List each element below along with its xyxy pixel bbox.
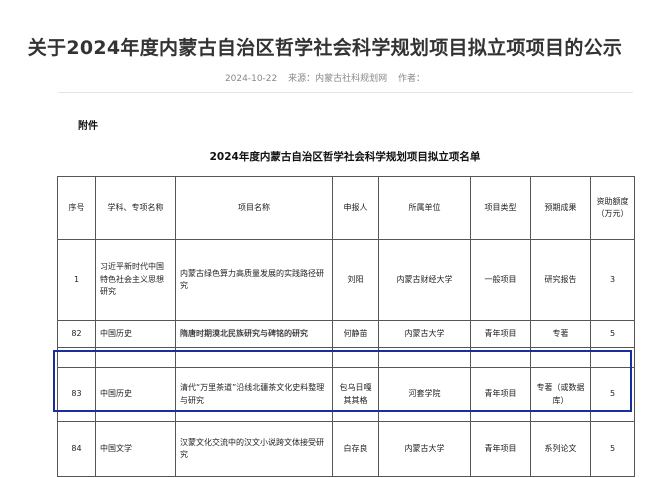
cell-no: 84 xyxy=(57,421,96,477)
cell-no: 82 xyxy=(57,320,96,348)
cell-amount: 5 xyxy=(590,421,635,477)
cell-no: 1 xyxy=(57,239,96,321)
cell-outcome: 专著 xyxy=(530,320,591,348)
article-author: 作者： xyxy=(398,74,426,84)
cell-type: 一般项目 xyxy=(470,239,531,321)
cell-type: 青年项目 xyxy=(470,320,531,348)
header-unit: 所属单位 xyxy=(378,176,471,240)
divider xyxy=(58,92,633,93)
header-outcome: 预期成果 xyxy=(530,176,591,240)
header-amount-line2: （万元） xyxy=(596,209,629,218)
cell-project: 汉蒙文化交流中的汉文小说跨文体接受研究 xyxy=(175,421,333,477)
header-type: 项目类型 xyxy=(470,176,531,240)
table-title: 2024年度内蒙古自治区哲学社会科学规划项目拟立项名单 xyxy=(209,151,481,163)
article-source[interactable]: 来源：内蒙古社科规划网 xyxy=(288,74,387,84)
cell-discipline: 习近平新时代中国特色社会主义思想研究 xyxy=(95,239,176,321)
cell-unit: 内蒙古大学 xyxy=(378,421,471,477)
cell-type: 青年项目 xyxy=(470,421,531,477)
header-project: 项目名称 xyxy=(175,176,333,240)
cell-applicant: 刘阳 xyxy=(332,239,379,321)
table-row: 1 习近平新时代中国特色社会主义思想研究 内蒙古绿色算力高质量发展的实践路径研究… xyxy=(57,239,635,321)
cell-amount: 3 xyxy=(590,239,635,321)
publish-date: 2024-10-22 xyxy=(224,74,278,84)
cell-unit: 内蒙古大学 xyxy=(378,320,471,348)
header-discipline: 学科、专项名称 xyxy=(95,176,176,240)
article-meta: 2024-10-22 来源：内蒙古社科规划网 作者： xyxy=(0,71,650,84)
cell-applicant: 何静苗 xyxy=(332,320,379,348)
cell-outcome: 系列论文 xyxy=(530,421,591,477)
header-applicant: 申报人 xyxy=(332,176,379,240)
cell-applicant: 白存良 xyxy=(332,421,379,477)
cell-outcome: 研究报告 xyxy=(530,239,591,321)
table-row: 84 中国文学 汉蒙文化交流中的汉文小说跨文体接受研究 白存良 内蒙古大学 青年… xyxy=(57,421,635,477)
header-no: 序号 xyxy=(57,176,96,240)
highlight-box xyxy=(53,350,632,412)
article-title: 关于2024年度内蒙古自治区哲学社会科学规划项目拟立项项目的公示 xyxy=(27,37,623,59)
cell-discipline: 中国历史 xyxy=(95,320,176,348)
cell-discipline: 中国文学 xyxy=(95,421,176,477)
header-amount: 资助额度 （万元） xyxy=(590,176,635,240)
cell-amount: 5 xyxy=(590,320,635,348)
attachment-label: 附件 xyxy=(78,121,98,132)
cell-unit: 内蒙古财经大学 xyxy=(378,239,471,321)
cell-project: 隋唐时期漠北民族研究与碑铭的研究 xyxy=(175,320,333,348)
cell-project: 内蒙古绿色算力高质量发展的实践路径研究 xyxy=(175,239,333,321)
table-header-row: 序号 学科、专项名称 项目名称 申报人 所属单位 项目类型 预期成果 资助额度 … xyxy=(57,176,635,240)
header-amount-line1: 资助额度 xyxy=(596,196,629,206)
project-table: 序号 学科、专项名称 项目名称 申报人 所属单位 项目类型 预期成果 资助额度 … xyxy=(57,176,635,477)
table-row: 82 中国历史 隋唐时期漠北民族研究与碑铭的研究 何静苗 内蒙古大学 青年项目 … xyxy=(57,320,635,348)
